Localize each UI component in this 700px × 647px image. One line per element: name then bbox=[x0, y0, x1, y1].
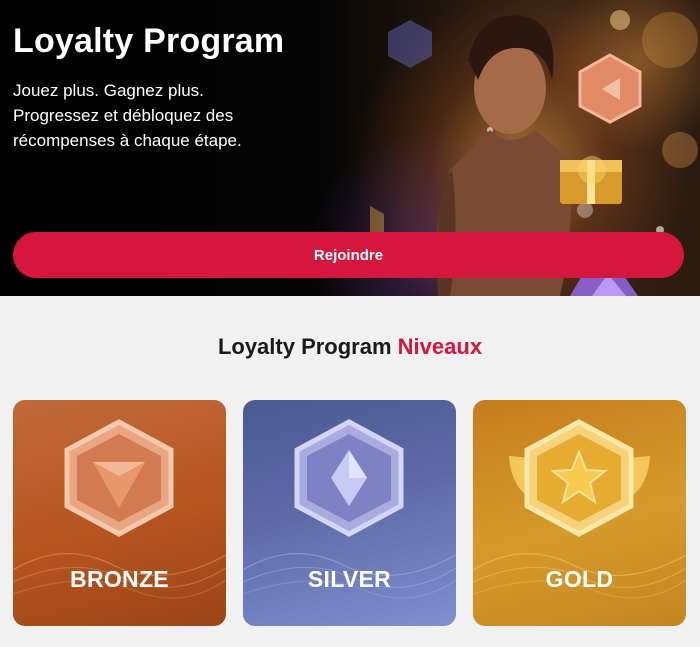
tier-card-silver[interactable]: SILVER bbox=[243, 400, 456, 626]
join-button[interactable]: Rejoindre bbox=[13, 232, 684, 278]
bronze-triangle-hexagon-icon bbox=[64, 419, 174, 537]
hero-subtitle-line: récompenses à chaque étape. bbox=[13, 131, 242, 150]
levels-section-title: Loyalty Program Niveaux bbox=[0, 334, 700, 360]
hero-banner: Loyalty Program Jouez plus. Gagnez plus.… bbox=[0, 0, 700, 296]
levels-title-accent: Niveaux bbox=[397, 334, 483, 359]
tier-card-bronze[interactable]: BRONZE bbox=[13, 400, 226, 626]
tier-label-gold: GOLD bbox=[545, 566, 614, 592]
hero-subtitle: Jouez plus. Gagnez plus. Progressez et d… bbox=[13, 78, 313, 153]
hero-subtitle-line: Progressez et débloquez des bbox=[13, 106, 234, 125]
hero-subtitle-line: Jouez plus. Gagnez plus. bbox=[13, 81, 204, 100]
tier-cards: BRONZE SILVER GOLD bbox=[13, 400, 687, 626]
gold-star-winged-hexagon-icon bbox=[509, 419, 650, 537]
hero-title: Loyalty Program bbox=[13, 22, 285, 60]
silver-diamond-hexagon-icon bbox=[294, 419, 404, 537]
tier-card-gold[interactable]: GOLD bbox=[473, 400, 686, 626]
tier-label-bronze: BRONZE bbox=[70, 566, 169, 592]
levels-title-text: Loyalty Program bbox=[217, 334, 392, 359]
tier-label-silver: SILVER bbox=[307, 566, 392, 592]
